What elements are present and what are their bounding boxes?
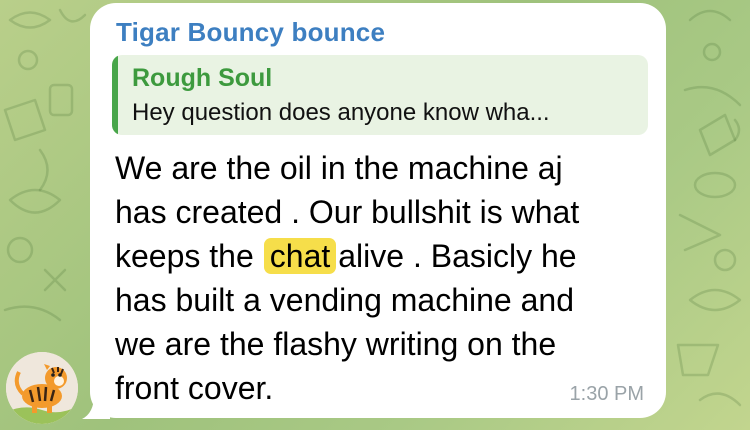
message-fragment: keeps the [115, 238, 254, 274]
message-line: We are the oil in the machine aj [115, 150, 563, 186]
reply-accent-bar [112, 55, 118, 135]
message-line: has built a vending machine and [115, 282, 574, 318]
message-fragment: alive . Basicly he [338, 238, 577, 274]
tigger-avatar-icon [6, 352, 78, 424]
message-bubble[interactable]: Tigar Bouncy bounce Rough Soul Hey quest… [90, 3, 666, 418]
message-line: we are the flashy writing on the [115, 326, 557, 362]
message-line: has created . Our bullshit is what [115, 194, 580, 230]
sender-name[interactable]: Tigar Bouncy bounce [116, 17, 385, 48]
reply-preview[interactable]: Rough Soul Hey question does anyone know… [112, 55, 648, 135]
sender-avatar[interactable] [6, 352, 78, 424]
message-timestamp: 1:30 PM [569, 383, 644, 405]
message-line: front cover. [115, 370, 274, 406]
reply-preview-text: Hey question does anyone know wha... [132, 99, 550, 126]
reply-author: Rough Soul [132, 64, 273, 92]
message-text: We are the oil in the machine aj has cre… [115, 146, 635, 410]
highlighted-word: chat [263, 238, 337, 274]
message-line: keeps the chat alive . Basicly he [115, 234, 635, 278]
